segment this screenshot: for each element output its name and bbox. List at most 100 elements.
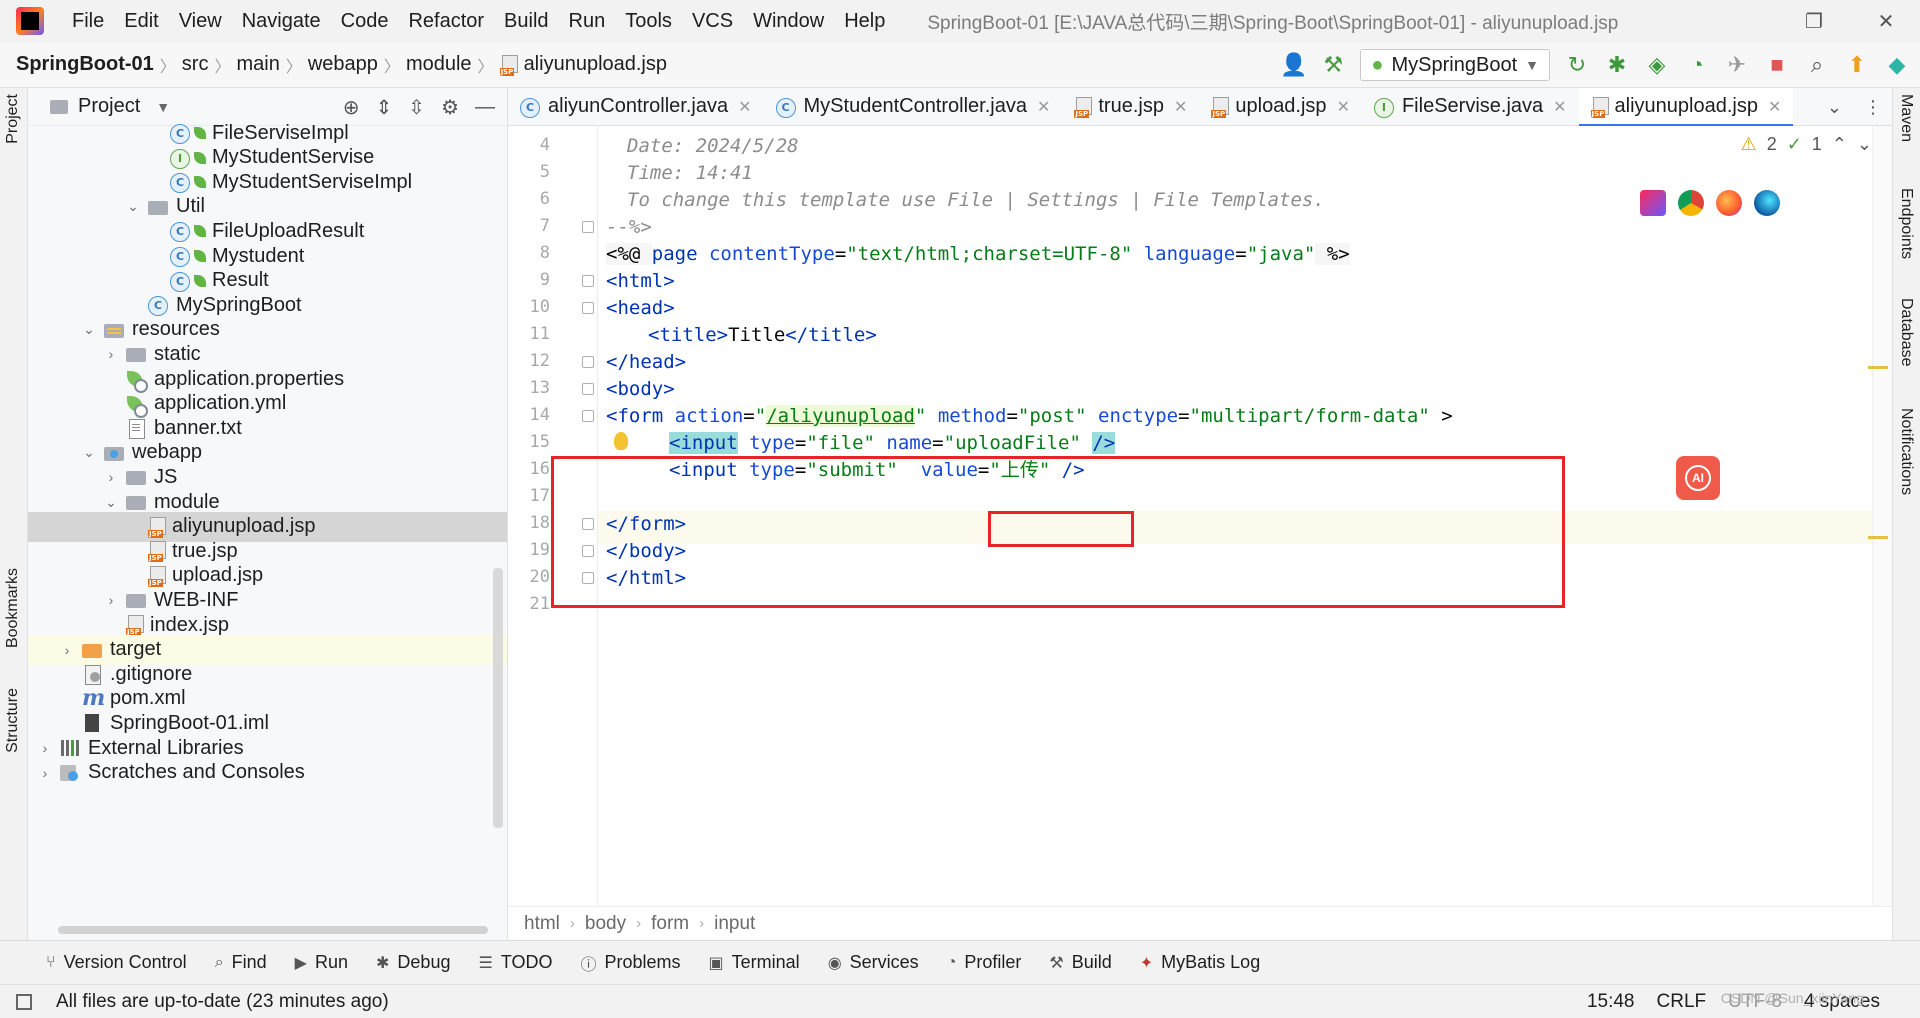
tree-horizontal-scrollbar[interactable] <box>58 926 488 934</box>
mybatis-log-tab[interactable]: ✦ MyBatis Log <box>1140 952 1260 973</box>
breadcrumb-file[interactable]: aliyunupload.jsp <box>524 53 667 76</box>
editor-tab[interactable]: aliyunupload.jsp ✕ <box>1578 87 1794 127</box>
run-configuration-select[interactable]: ● MySpringBoot ▼ <box>1360 49 1550 81</box>
fold-marker-icon[interactable] <box>582 221 594 233</box>
profiler-tab[interactable]: ◔ Profiler <box>947 952 1022 973</box>
chevron-right-icon[interactable]: › <box>102 469 120 485</box>
menu-vcs[interactable]: VCS <box>692 10 733 33</box>
services-tab[interactable]: ◉ Services <box>828 952 919 973</box>
bookmarks-tool-tab[interactable]: Bookmarks <box>4 568 22 648</box>
edge-icon[interactable] <box>1754 190 1780 216</box>
fold-marker-icon[interactable] <box>582 410 594 422</box>
tree-scrollbar[interactable] <box>493 568 503 828</box>
editor-tab[interactable]: FileServise.java ✕ <box>1362 88 1579 126</box>
maven-tool-tab[interactable]: Maven <box>1897 94 1915 142</box>
menu-file[interactable]: File <box>72 10 104 33</box>
search-icon[interactable]: ⌕ <box>1804 52 1830 78</box>
code-line[interactable]: Date: 2024/5/28 <box>606 131 799 161</box>
version-control-tab[interactable]: ⑂ Version Control <box>46 952 187 973</box>
debug-icon[interactable]: ✱ <box>1604 52 1630 78</box>
ai-assistant-icon[interactable]: ◆ <box>1884 52 1910 78</box>
intellij-browser-icon[interactable] <box>1640 190 1666 216</box>
code-line[interactable]: Time: 14:41 <box>606 158 753 188</box>
editor-scrollbar[interactable] <box>1872 126 1892 906</box>
code-line[interactable]: </head> <box>606 347 686 377</box>
run-tab[interactable]: ▶ Run <box>295 952 348 973</box>
code-line[interactable]: <%@ page contentType="text/html;charset=… <box>606 239 1350 269</box>
breadcrumb-webapp[interactable]: webapp <box>308 53 378 76</box>
chevron-right-icon[interactable]: › <box>36 740 54 756</box>
minimize-icon[interactable]: — <box>475 96 495 119</box>
terminal-tab[interactable]: ▣ Terminal <box>709 952 800 973</box>
editor-tab[interactable]: MyStudentController.java ✕ <box>764 88 1063 126</box>
more-options-icon[interactable]: ⋮ <box>1864 97 1882 118</box>
menu-navigate[interactable]: Navigate <box>242 10 321 33</box>
fold-marker-icon[interactable] <box>582 302 594 314</box>
chevron-up-icon[interactable]: ⌃ <box>1832 134 1847 155</box>
menu-refactor[interactable]: Refactor <box>408 10 484 33</box>
close-tab-icon[interactable]: ✕ <box>1768 97 1781 117</box>
notifications-tool-tab[interactable]: Notifications <box>1897 408 1915 495</box>
ai-assist-button[interactable]: AI <box>1676 456 1720 500</box>
menu-edit[interactable]: Edit <box>124 10 158 33</box>
line-separator[interactable]: CRLF <box>1657 991 1707 1013</box>
chevron-right-icon[interactable]: › <box>58 642 76 658</box>
structure-tool-tab[interactable]: Structure <box>4 688 22 753</box>
breadcrumb-main[interactable]: main <box>236 53 279 76</box>
endpoints-tool-tab[interactable]: Endpoints <box>1897 188 1915 259</box>
menu-tools[interactable]: Tools <box>625 10 672 33</box>
editor-tab[interactable]: aliyunController.java ✕ <box>508 88 764 126</box>
menu-view[interactable]: View <box>179 10 222 33</box>
inspection-widget[interactable]: ⚠ 2 ✓ 1 ⌃ ⌄ <box>1741 134 1872 155</box>
close-tab-icon[interactable]: ✕ <box>1037 97 1050 117</box>
fold-marker-icon[interactable] <box>582 275 594 287</box>
fold-marker-icon[interactable] <box>582 356 594 368</box>
project-tool-tab[interactable]: Project <box>4 94 22 144</box>
close-tab-icon[interactable]: ✕ <box>1174 97 1187 117</box>
close-window-icon[interactable]: ✕ <box>1862 6 1910 36</box>
menu-build[interactable]: Build <box>504 10 548 33</box>
attach-icon[interactable]: ✈ <box>1724 52 1750 78</box>
find-tab[interactable]: ⌕ Find <box>215 952 267 973</box>
chevron-down-icon[interactable]: ⌄ <box>124 198 142 215</box>
problems-tab[interactable]: ⓘ Problems <box>580 951 680 975</box>
project-panel-title[interactable]: Project <box>78 95 140 118</box>
tree-item[interactable]: › Scratches and Consoles <box>28 758 507 788</box>
crumb-form[interactable]: form <box>651 913 689 935</box>
firefox-icon[interactable] <box>1716 190 1742 216</box>
gear-icon[interactable]: ⚙ <box>441 95 459 120</box>
crumb-body[interactable]: body <box>585 913 626 935</box>
locate-icon[interactable]: ⊕ <box>343 95 360 120</box>
code-line[interactable]: <input type="file" name="uploadFile" /> <box>606 428 1116 458</box>
chevron-down-icon[interactable]: ⌄ <box>80 321 98 338</box>
close-tab-icon[interactable]: ✕ <box>1553 97 1566 117</box>
chevron-down-icon[interactable]: ⌄ <box>102 494 120 511</box>
update-icon[interactable]: ⬆ <box>1844 52 1870 78</box>
chevron-right-icon[interactable]: › <box>36 765 54 781</box>
rerun-icon[interactable]: ↻ <box>1564 52 1590 78</box>
breadcrumb-module[interactable]: module <box>406 53 472 76</box>
editor-tab[interactable]: upload.jsp ✕ <box>1199 88 1362 126</box>
close-tab-icon[interactable]: ✕ <box>1337 97 1350 117</box>
debug-tab[interactable]: ✱ Debug <box>376 952 450 973</box>
restore-icon[interactable]: ❐ <box>1790 6 1838 36</box>
stop-icon[interactable]: ■ <box>1764 52 1790 78</box>
todo-tab[interactable]: ☰ TODO <box>478 952 552 973</box>
chevron-down-icon[interactable]: ⌄ <box>1857 134 1872 155</box>
build-tab[interactable]: ⚒ Build <box>1049 952 1111 973</box>
code-line[interactable]: <head> <box>606 293 675 323</box>
chrome-icon[interactable] <box>1678 190 1704 216</box>
collapse-all-icon[interactable]: ⇳ <box>408 95 425 120</box>
breadcrumb-project[interactable]: SpringBoot-01 <box>16 53 154 76</box>
code-line[interactable]: <title>Title</title> <box>606 320 877 350</box>
code-line[interactable]: <form action="/aliyunupload" method="pos… <box>606 401 1453 431</box>
menu-help[interactable]: Help <box>844 10 885 33</box>
caret-position[interactable]: 15:48 <box>1587 991 1635 1013</box>
chevron-down-icon[interactable]: ⌄ <box>80 444 98 461</box>
code-line[interactable]: <html> <box>606 266 675 296</box>
menu-run[interactable]: Run <box>569 10 606 33</box>
editor-tab[interactable]: true.jsp ✕ <box>1062 88 1199 126</box>
toggle-tool-windows-icon[interactable] <box>16 993 32 1010</box>
chevron-down-icon[interactable]: ⌄ <box>1827 97 1842 118</box>
coverage-icon[interactable]: ◈ <box>1644 52 1670 78</box>
